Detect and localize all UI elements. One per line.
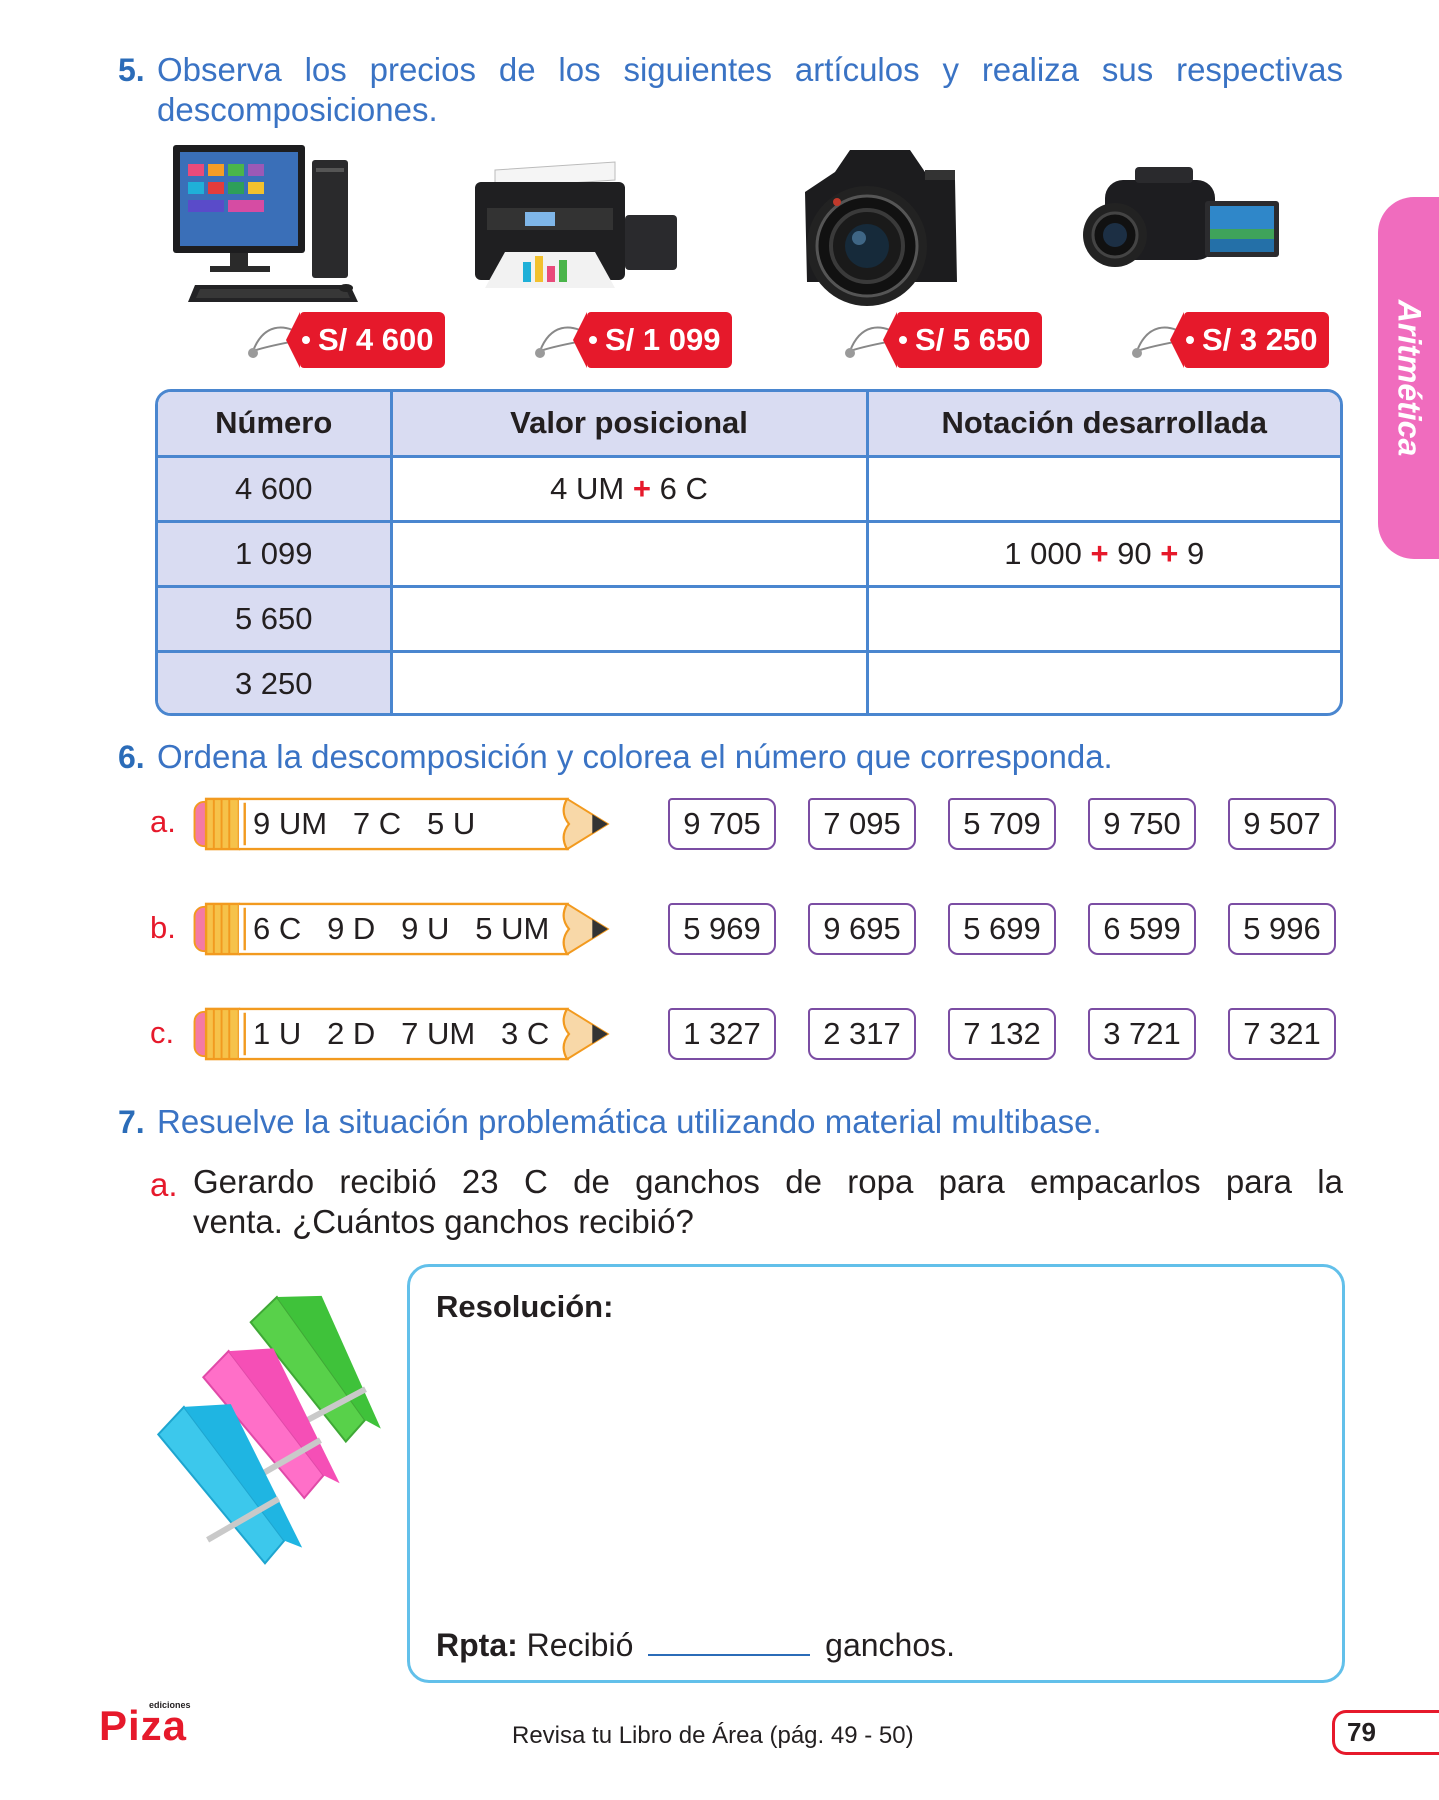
tag-hole-icon [1186,336,1194,344]
notacion-part: 9 [1187,535,1205,571]
number-option[interactable]: 9 750 [1088,798,1196,850]
pencil-decomposition: 6 C 9 D 9 U 5 UM [253,911,550,946]
number-option[interactable]: 3 721 [1088,1008,1196,1060]
printer-image [475,161,677,288]
cell-notacion-desarrollada[interactable]: 1 000 + 90 + 9 [865,519,1340,586]
publisher-logo: ediciones Piza [99,1700,191,1749]
number-option[interactable]: 1 327 [668,1008,776,1060]
header-numero: Número [158,392,391,458]
question-7a-line1: Gerardo recibió 23 C de ganchos de ropa … [193,1163,1343,1200]
row-letter: b. [150,910,176,945]
answer-text-after: ganchos. [825,1627,956,1663]
table-row: 4 600 4 UM + 6 C [158,456,1340,521]
question-5-number: 5. [118,52,145,88]
tag-hole-icon [302,336,310,344]
section-side-tab: Aritmética [1378,197,1439,559]
header-valor-posicional: Valor posicional [389,392,867,458]
cell-numero: 5 650 [158,584,391,651]
cell-notacion-desarrollada[interactable] [865,649,1340,713]
question-6-number: 6. [118,739,145,775]
question-7-number: 7. [118,1104,145,1140]
number-option[interactable]: 2 317 [808,1008,916,1060]
price-tag-computer: S/ 4 600 [286,312,445,368]
camera-image [805,150,957,306]
tag-hole-icon [589,336,597,344]
cell-valor-posicional[interactable]: 4 UM + 6 C [389,456,867,521]
question-7a-line2: venta. ¿Cuántos ganchos recibió? [193,1203,694,1240]
cell-numero: 3 250 [158,649,391,713]
plus-sign: + [632,470,651,506]
cell-numero: 1 099 [158,519,391,586]
decomposition-table: Número Valor posicional Notación desarro… [155,389,1343,716]
row-letter: a. [150,804,176,839]
clothespins-image [156,1295,381,1565]
table-row: 5 650 [158,584,1340,651]
valor-part: 6 C [659,470,708,506]
price-tag-printer: S/ 1 099 [573,312,732,368]
cell-notacion-desarrollada[interactable] [865,456,1340,521]
number-option[interactable]: 5 699 [948,903,1056,955]
valor-part: 4 UM [550,470,625,506]
number-option[interactable]: 5 969 [668,903,776,955]
resolution-title: Resolución: [436,1289,614,1324]
table-row: 1 099 1 000 + 90 + 9 [158,519,1340,586]
number-option[interactable]: 7 132 [948,1008,1056,1060]
side-tab-label: Aritmética [1391,299,1427,457]
answer-line: Rpta: Recibió ganchos. [436,1627,955,1664]
cell-notacion-desarrollada[interactable] [865,584,1340,651]
footer-reference: Revisa tu Libro de Área (pág. 49 - 50) [512,1722,914,1749]
price-camcorder: S/ 3 250 [1202,322,1318,357]
price-tag-camera: S/ 5 650 [883,312,1042,368]
resolution-box[interactable]: Resolución: Rpta: Recibió ganchos. [407,1264,1345,1683]
number-option[interactable]: 9 507 [1228,798,1336,850]
computer-image [173,145,358,302]
cell-numero: 4 600 [158,456,391,521]
notacion-part: 90 [1117,535,1152,571]
number-option[interactable]: 7 321 [1228,1008,1336,1060]
page-number: 79 [1332,1710,1439,1755]
table-header-row: Número Valor posicional Notación desarro… [158,392,1340,458]
answer-label: Rpta: [436,1627,518,1663]
question-7-text: Resuelve la situación problemática utili… [157,1103,1102,1140]
pencil-decomposition: 9 UM 7 C 5 U [253,806,476,841]
price-printer: S/ 1 099 [605,322,721,357]
row-letter: c. [150,1015,175,1050]
number-option[interactable]: 5 996 [1228,903,1336,955]
logo-text: Piza [99,1702,188,1749]
answer-blank[interactable] [648,1654,811,1656]
cell-valor-posicional[interactable] [389,584,867,651]
plus-sign: + [1160,535,1179,571]
number-option[interactable]: 9 705 [668,798,776,850]
header-notacion-desarrollada: Notación desarrollada [865,392,1340,458]
question-6-text: Ordena la descomposición y colorea el nú… [157,738,1113,775]
plus-sign: + [1090,535,1109,571]
question-5-text-line1: Observa los precios de los siguientes ar… [157,51,1343,88]
table-row: 3 250 [158,649,1340,713]
answer-text-before: Recibió [526,1627,634,1663]
logo-small-text: ediciones [149,1700,191,1710]
number-option[interactable]: 6 599 [1088,903,1196,955]
price-tag-camcorder: S/ 3 250 [1170,312,1329,368]
camcorder-image [1083,167,1279,267]
question-5-text-line2: descomposiciones. [157,91,438,128]
question-7a-letter: a. [150,1166,178,1203]
cell-valor-posicional[interactable] [389,519,867,586]
number-option[interactable]: 9 695 [808,903,916,955]
price-computer: S/ 4 600 [318,322,434,357]
pencil-decomposition: 1 U 2 D 7 UM 3 C [253,1016,550,1051]
price-camera: S/ 5 650 [915,322,1031,357]
number-option[interactable]: 7 095 [808,798,916,850]
number-option[interactable]: 5 709 [948,798,1056,850]
cell-valor-posicional[interactable] [389,649,867,713]
notacion-part: 1 000 [1004,535,1082,571]
tag-hole-icon [899,336,907,344]
